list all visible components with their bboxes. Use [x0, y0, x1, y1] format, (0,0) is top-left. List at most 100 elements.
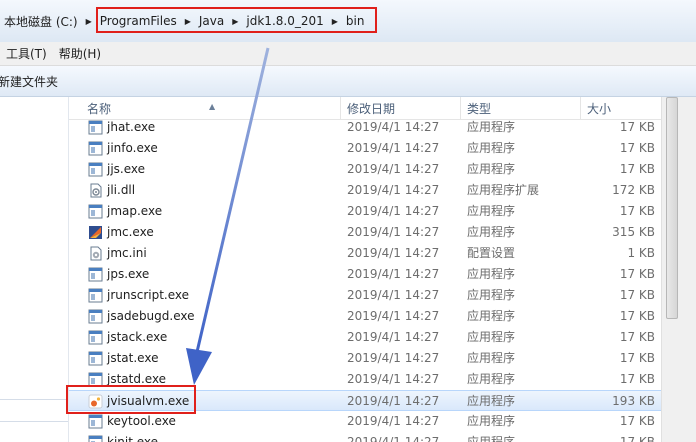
file-row[interactable]: jmap.exe 2019/4/1 14:27 应用程序 17 KB	[69, 201, 661, 222]
settings-file-icon	[90, 246, 102, 261]
file-row[interactable]: jmc.ini 2019/4/1 14:27 配置设置 1 KB	[69, 243, 661, 264]
file-size: 17 KB	[619, 162, 655, 176]
exe-icon	[88, 288, 103, 303]
file-size: 17 KB	[619, 372, 655, 386]
file-highlight-box	[66, 385, 196, 414]
file-date: 2019/4/1 14:27	[347, 414, 440, 428]
file-name: jmap.exe	[107, 204, 163, 218]
file-date: 2019/4/1 14:27	[347, 288, 440, 302]
file-size: 17 KB	[619, 309, 655, 323]
file-date: 2019/4/1 14:27	[347, 394, 440, 408]
exe-icon	[88, 414, 103, 429]
column-size[interactable]: 大小	[581, 97, 661, 119]
file-name: jps.exe	[107, 267, 150, 281]
file-type: 应用程序	[467, 162, 516, 176]
file-row[interactable]: jhat.exe 2019/4/1 14:27 应用程序 17 KB	[69, 119, 661, 138]
file-row[interactable]: jstack.exe 2019/4/1 14:27 应用程序 17 KB	[69, 327, 661, 348]
file-type: 应用程序	[467, 120, 516, 134]
file-size: 193 KB	[612, 394, 655, 408]
dll-icon	[90, 183, 102, 198]
file-row[interactable]: keytool.exe 2019/4/1 14:27 应用程序 17 KB	[69, 411, 661, 432]
file-size: 17 KB	[619, 330, 655, 344]
file-date: 2019/4/1 14:27	[347, 351, 440, 365]
exe-icon	[88, 141, 103, 156]
column-name[interactable]: 名称 ▲	[69, 97, 341, 119]
file-row[interactable]: kinit.exe 2019/4/1 14:27 应用程序 17 KB	[69, 432, 661, 442]
menu-tools[interactable]: 工具(T)	[0, 45, 53, 62]
file-date: 2019/4/1 14:27	[347, 225, 440, 239]
file-size: 17 KB	[619, 141, 655, 155]
scrollbar-thumb[interactable]	[666, 97, 678, 319]
column-size-label: 大小	[587, 102, 612, 116]
column-date-label: 修改日期	[347, 102, 396, 116]
file-name: jmc.ini	[107, 246, 147, 260]
file-size: 17 KB	[619, 204, 655, 218]
chevron-right-icon[interactable]: ▶	[83, 17, 95, 26]
file-date: 2019/4/1 14:27	[347, 309, 440, 323]
path-highlight-box	[96, 7, 377, 33]
file-type: 应用程序扩展	[467, 183, 540, 197]
menu-bar: 工具(T) 帮助(H)	[0, 42, 696, 66]
column-date[interactable]: 修改日期	[341, 97, 461, 119]
file-date: 2019/4/1 14:27	[347, 330, 440, 344]
exe-icon	[88, 330, 103, 345]
file-row[interactable]: jinfo.exe 2019/4/1 14:27 应用程序 17 KB	[69, 138, 661, 159]
file-row[interactable]: jli.dll 2019/4/1 14:27 应用程序扩展 172 KB	[69, 180, 661, 201]
file-size: 17 KB	[619, 414, 655, 428]
vertical-scrollbar[interactable]	[661, 97, 696, 442]
nav-divider	[0, 421, 68, 422]
file-row[interactable]: jmc.exe 2019/4/1 14:27 应用程序 315 KB	[69, 222, 661, 243]
menu-help[interactable]: 帮助(H)	[53, 45, 107, 62]
file-size: 17 KB	[619, 351, 655, 365]
column-type-label: 类型	[467, 102, 492, 116]
file-type: 配置设置	[467, 246, 516, 260]
file-type: 应用程序	[467, 351, 516, 365]
file-type: 应用程序	[467, 330, 516, 344]
file-type: 应用程序	[467, 288, 516, 302]
file-name: jstack.exe	[107, 330, 168, 344]
file-size: 17 KB	[619, 288, 655, 302]
file-size: 17 KB	[619, 120, 655, 134]
file-row[interactable]: jps.exe 2019/4/1 14:27 应用程序 17 KB	[69, 264, 661, 285]
file-row[interactable]: jrunscript.exe 2019/4/1 14:27 应用程序 17 KB	[69, 285, 661, 306]
breadcrumb-root[interactable]: 本地磁盘 (C:)	[0, 13, 83, 30]
file-date: 2019/4/1 14:27	[347, 372, 440, 386]
exe-icon	[88, 120, 103, 135]
file-name: jstat.exe	[107, 351, 159, 365]
column-type[interactable]: 类型	[461, 97, 581, 119]
exe-icon	[88, 309, 103, 324]
file-type: 应用程序	[467, 394, 516, 408]
file-date: 2019/4/1 14:27	[347, 120, 440, 134]
file-type: 应用程序	[467, 141, 516, 155]
file-name: jmc.exe	[107, 225, 154, 239]
file-row[interactable]: jjs.exe 2019/4/1 14:27 应用程序 17 KB	[69, 159, 661, 180]
exe-icon	[88, 351, 103, 366]
file-date: 2019/4/1 14:27	[347, 141, 440, 155]
file-size: 17 KB	[619, 435, 655, 442]
file-name: jli.dll	[107, 183, 136, 197]
exe-icon	[88, 435, 103, 442]
file-name: jsadebugd.exe	[107, 309, 195, 323]
exe-icon	[88, 204, 103, 219]
navigation-pane[interactable]	[0, 97, 69, 442]
file-date: 2019/4/1 14:27	[347, 204, 440, 218]
file-size: 172 KB	[612, 183, 655, 197]
file-type: 应用程序	[467, 414, 516, 428]
file-name: kinit.exe	[107, 435, 159, 442]
file-date: 2019/4/1 14:27	[347, 267, 440, 281]
file-name: jhat.exe	[107, 120, 156, 134]
file-row[interactable]: jstat.exe 2019/4/1 14:27 应用程序 17 KB	[69, 348, 661, 369]
jmc-icon	[89, 226, 102, 239]
column-header: 名称 ▲ 修改日期 类型 大小	[69, 97, 661, 120]
new-folder-button[interactable]: 新建文件夹	[0, 73, 60, 90]
file-type: 应用程序	[467, 267, 516, 281]
file-type: 应用程序	[467, 204, 516, 218]
file-date: 2019/4/1 14:27	[347, 435, 440, 442]
file-name: jjs.exe	[107, 162, 146, 176]
address-bar[interactable]: 本地磁盘 (C:) ▶ ProgramFiles ▶ Java ▶ jdk1.8…	[0, 0, 696, 43]
file-row[interactable]: jsadebugd.exe 2019/4/1 14:27 应用程序 17 KB	[69, 306, 661, 327]
file-type: 应用程序	[467, 372, 516, 386]
file-type: 应用程序	[467, 309, 516, 323]
sort-ascending-icon: ▲	[209, 102, 216, 111]
file-date: 2019/4/1 14:27	[347, 162, 440, 176]
